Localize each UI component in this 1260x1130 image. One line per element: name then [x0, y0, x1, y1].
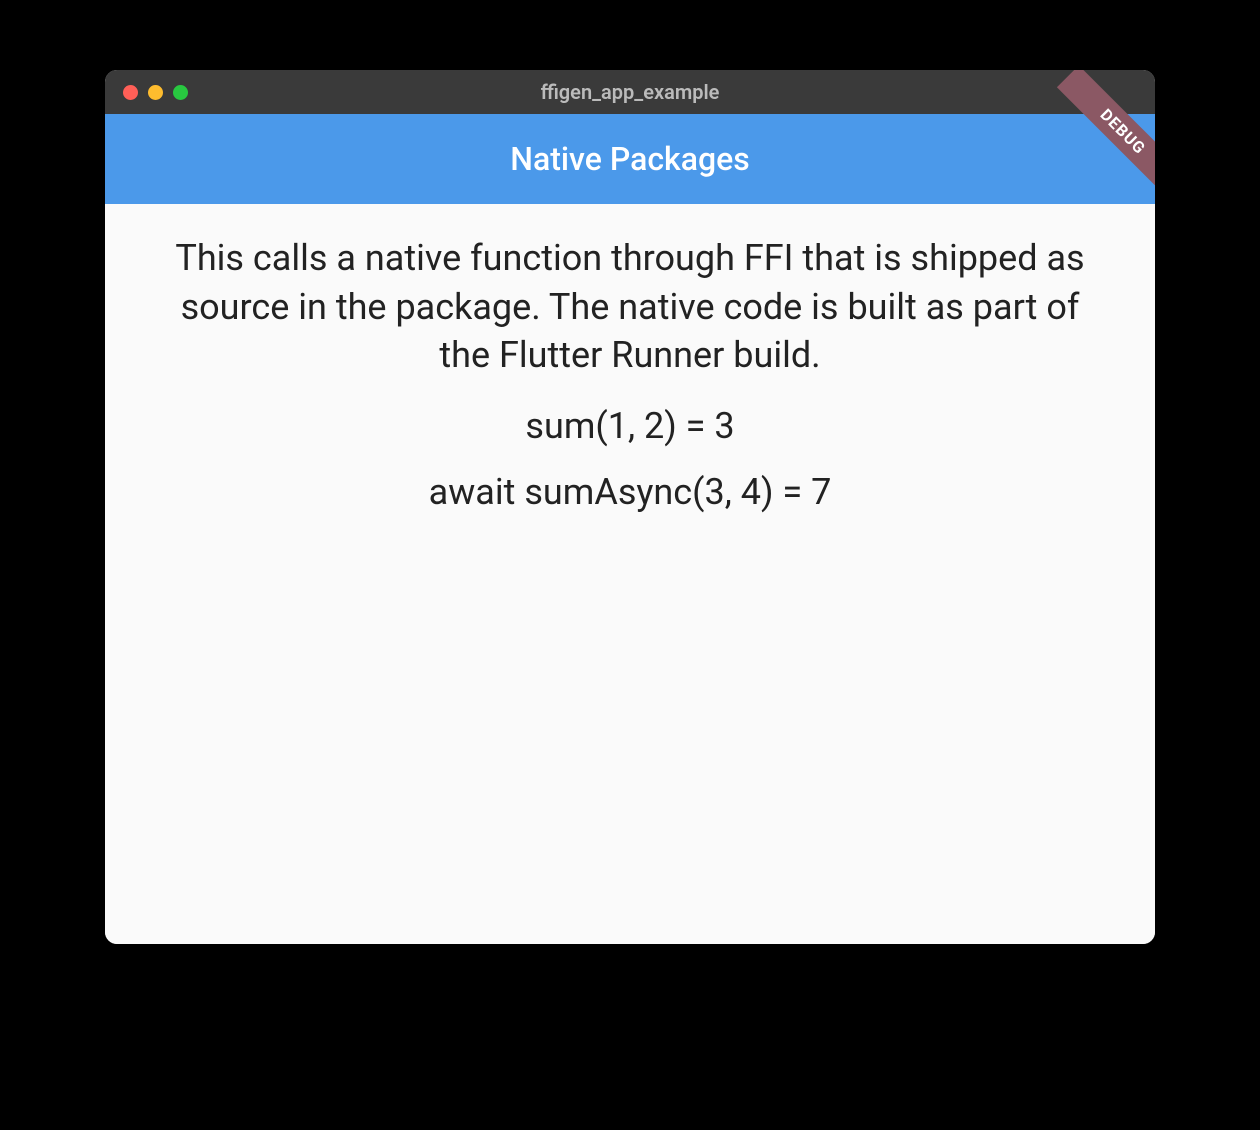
window-title: ffigen_app_example — [123, 80, 1137, 104]
app-bar: Native Packages — [105, 114, 1155, 204]
sum-async-result: await sumAsync(3, 4) = 7 — [155, 468, 1105, 517]
app-window: ffigen_app_example Native Packages DEBUG… — [105, 70, 1155, 944]
maximize-icon[interactable] — [173, 85, 188, 100]
close-icon[interactable] — [123, 85, 138, 100]
window-titlebar: ffigen_app_example — [105, 70, 1155, 114]
content-area: This calls a native function through FFI… — [105, 204, 1155, 944]
description-text: This calls a native function through FFI… — [155, 234, 1105, 380]
minimize-icon[interactable] — [148, 85, 163, 100]
sum-result: sum(1, 2) = 3 — [155, 402, 1105, 451]
appbar-title: Native Packages — [510, 140, 749, 178]
traffic-lights — [123, 85, 188, 100]
